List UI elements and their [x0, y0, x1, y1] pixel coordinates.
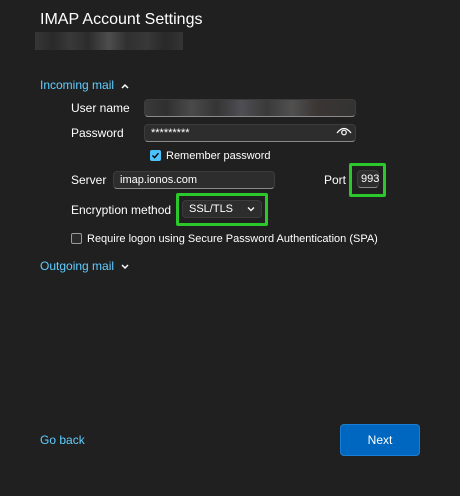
encryption-select[interactable]: SSL/TLS	[182, 200, 262, 218]
username-field[interactable]	[144, 99, 356, 117]
reveal-password-button[interactable]	[334, 126, 354, 140]
username-label: User name	[71, 101, 130, 115]
port-field[interactable]: 993	[357, 170, 379, 188]
chevron-down-icon	[120, 261, 130, 271]
password-label: Password	[71, 126, 124, 140]
checkmark-icon	[151, 147, 160, 165]
remember-password-checkbox[interactable]	[150, 150, 161, 161]
go-back-link[interactable]: Go back	[40, 433, 85, 447]
incoming-mail-toggle[interactable]: Incoming mail	[40, 78, 130, 92]
next-button[interactable]: Next	[340, 424, 420, 456]
incoming-mail-label: Incoming mail	[40, 78, 115, 92]
outgoing-mail-label: Outgoing mail	[40, 259, 115, 273]
port-label: Port	[324, 173, 347, 187]
server-label: Server	[71, 173, 107, 187]
chevron-up-icon	[120, 80, 130, 90]
spa-checkbox[interactable]	[71, 233, 82, 244]
encryption-label: Encryption method	[71, 203, 172, 217]
server-field[interactable]: imap.ionos.com	[113, 171, 275, 189]
eye-icon	[336, 125, 352, 142]
password-value: *********	[151, 127, 190, 139]
page-title: IMAP Account Settings	[40, 11, 203, 28]
password-field[interactable]: *********	[144, 124, 356, 142]
chevron-down-icon	[247, 201, 255, 217]
account-email-redacted	[35, 32, 183, 50]
spa-label: Require logon using Secure Password Auth…	[87, 233, 378, 245]
encryption-value: SSL/TLS	[189, 203, 234, 215]
remember-password-label: Remember password	[166, 150, 271, 162]
outgoing-mail-toggle[interactable]: Outgoing mail	[40, 259, 130, 273]
